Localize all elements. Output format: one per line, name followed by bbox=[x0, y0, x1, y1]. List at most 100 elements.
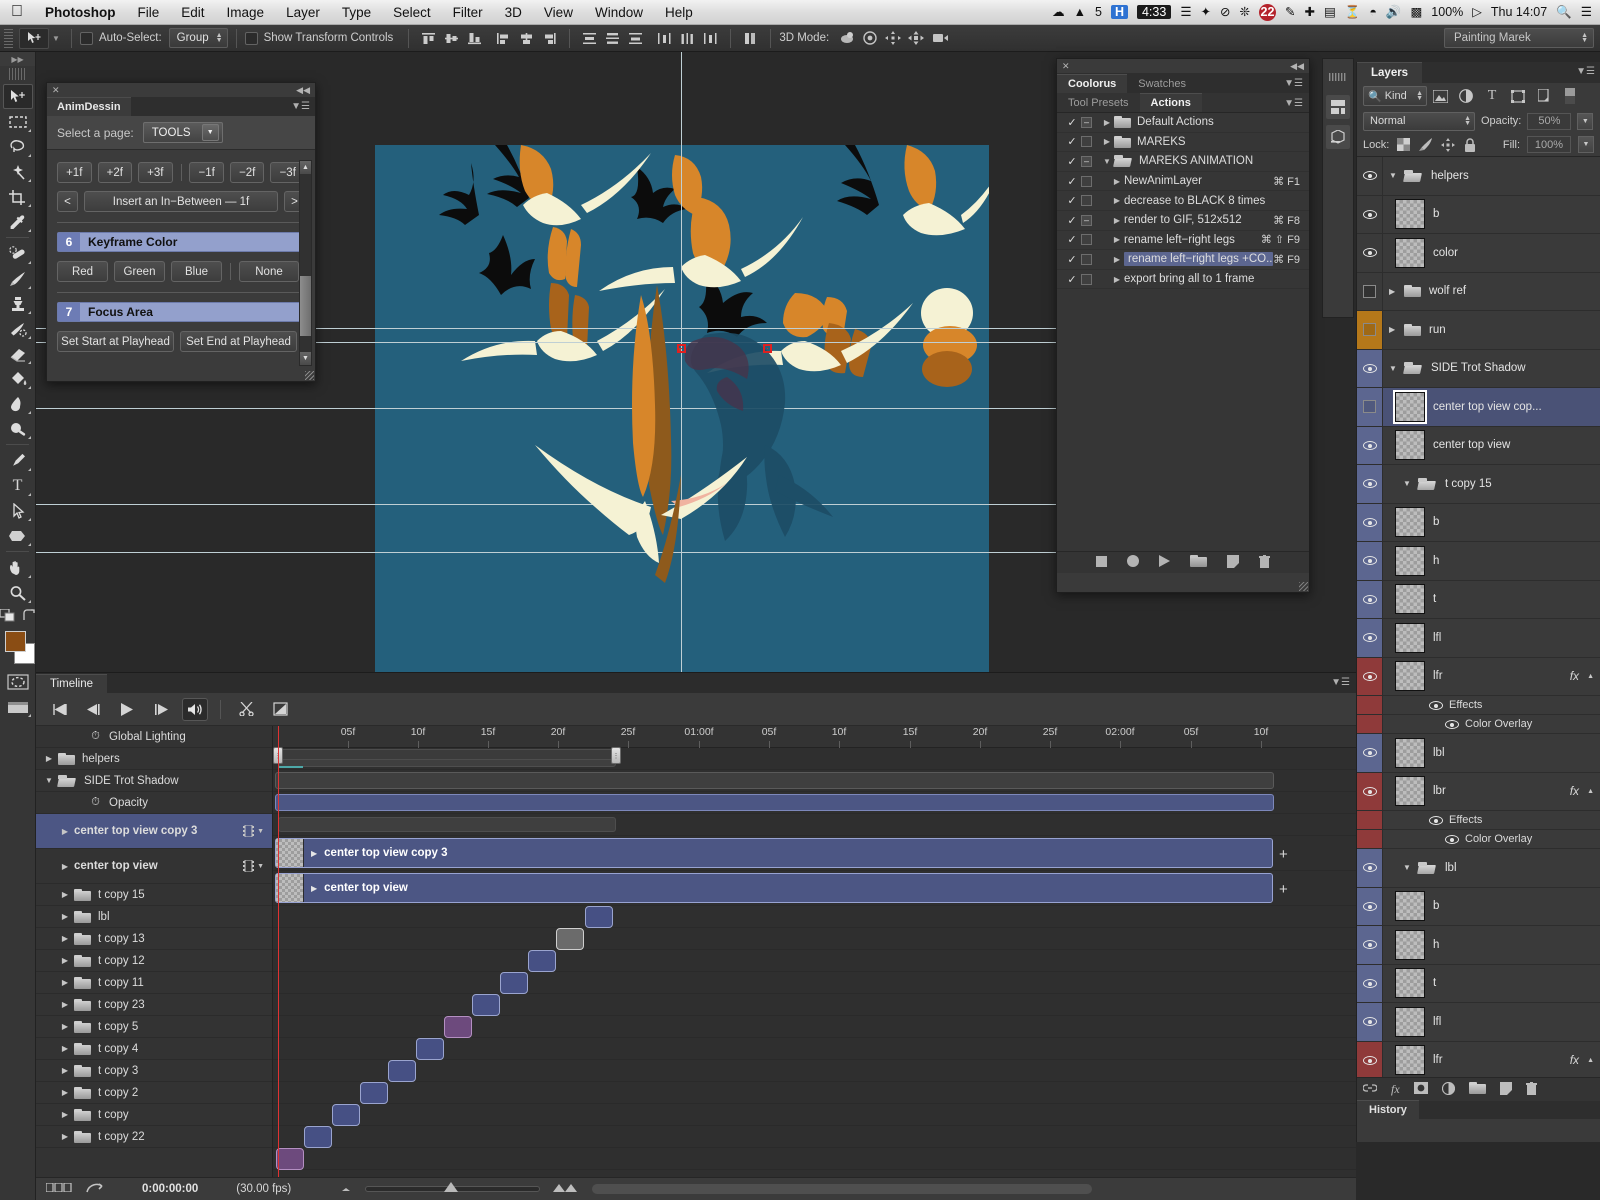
move-tool-icon[interactable] bbox=[19, 27, 49, 49]
chevron-right-icon[interactable]: ▶ bbox=[1110, 216, 1124, 225]
timeline-keyframe-block[interactable] bbox=[304, 1126, 332, 1148]
timeline-keyframe-block[interactable] bbox=[276, 1148, 304, 1170]
layer-name[interactable]: h bbox=[1433, 939, 1600, 951]
filter-shape-layers-icon[interactable] bbox=[1505, 86, 1531, 106]
eyedropper-tool[interactable] bbox=[3, 209, 33, 234]
scroll-up-icon[interactable]: ▲ bbox=[300, 161, 311, 174]
layer-thumbnail[interactable] bbox=[1395, 199, 1425, 230]
new-group-icon[interactable] bbox=[1468, 1082, 1486, 1097]
swap-colors-icon[interactable] bbox=[22, 609, 36, 625]
action-enabled-checkmark[interactable]: ✓ bbox=[1063, 135, 1081, 148]
layer-thumbnail[interactable] bbox=[1393, 389, 1427, 424]
animdessin-resize-grip[interactable] bbox=[305, 371, 314, 380]
layer-visibility-eye-icon[interactable] bbox=[1357, 926, 1383, 964]
action-row[interactable]: ✓ ▶ MAREKS bbox=[1057, 133, 1309, 153]
work-area-bar[interactable] bbox=[275, 749, 613, 760]
action-dialog-toggle[interactable]: – bbox=[1081, 155, 1092, 167]
lock-transparency-icon[interactable] bbox=[1396, 137, 1411, 152]
dropbox-icon[interactable]: ✦ bbox=[1201, 6, 1211, 19]
zoom-out-icon[interactable] bbox=[339, 1183, 355, 1195]
layer-group-header[interactable]: ▼ bbox=[1383, 362, 1423, 374]
layers-list[interactable]: ▼ helpers b color ▶ wolf ref ▶ run ▼ SIDE Trot Sh… bbox=[1357, 157, 1600, 1077]
layer-row[interactable]: ▶ run bbox=[1357, 311, 1600, 350]
bars-icon[interactable]: ☰ bbox=[1180, 6, 1191, 19]
toolbox-grip[interactable] bbox=[9, 68, 26, 80]
timeline-track[interactable] bbox=[273, 950, 1356, 972]
flag-icon[interactable]: ▩ bbox=[1410, 6, 1422, 19]
scrollbar-thumb[interactable] bbox=[300, 276, 311, 336]
timeline-row[interactable]: ▶ t copy 13 bbox=[36, 928, 272, 950]
layer-name[interactable]: b bbox=[1433, 208, 1600, 220]
audio-toggle-button[interactable] bbox=[182, 697, 208, 721]
action-enabled-checkmark[interactable]: ✓ bbox=[1063, 214, 1081, 227]
chevron-right-icon[interactable]: ▶ bbox=[56, 862, 74, 871]
filter-pixel-layers-icon[interactable] bbox=[1427, 86, 1453, 106]
color-overlay-row[interactable]: Color Overlay bbox=[1357, 830, 1600, 849]
current-timecode[interactable]: 0:00:00:00 bbox=[142, 1183, 198, 1195]
layer-visibility-eye-icon[interactable] bbox=[1357, 772, 1383, 810]
action-row[interactable]: ✓ – ▼ MAREKS ANIMATION bbox=[1057, 152, 1309, 172]
layer-visibility-eye-icon[interactable] bbox=[1357, 887, 1383, 925]
timeline-tracks[interactable]: 05f 10f 15f 20f 25f 01:00f 05f 10f 15f 20f 25f 02:0… bbox=[273, 726, 1356, 1178]
eye-icon[interactable] bbox=[1429, 815, 1443, 825]
chevron-right-icon[interactable]: ▶ bbox=[1100, 118, 1114, 127]
onion-skin-icon[interactable] bbox=[86, 1182, 104, 1197]
animdessin-scrollbar[interactable]: ▲ ▼ bbox=[299, 160, 312, 366]
layer-name[interactable]: lbl bbox=[1437, 862, 1600, 874]
effects-label[interactable]: Effects bbox=[1383, 699, 1482, 711]
chevron-right-icon[interactable]: ▶ bbox=[304, 849, 324, 858]
stop-icon[interactable] bbox=[1096, 555, 1107, 570]
cloud-icon[interactable]: ☁ bbox=[1052, 6, 1065, 19]
layer-group-header[interactable]: ▼ bbox=[1383, 861, 1437, 874]
zoom-tool[interactable] bbox=[3, 580, 33, 605]
layer-thumbnail[interactable] bbox=[1395, 545, 1425, 576]
timeline-keyframe-block[interactable] bbox=[416, 1038, 444, 1060]
timeline-track[interactable] bbox=[273, 906, 1356, 928]
timeline-row[interactable]: ▶ t copy 4 bbox=[36, 1038, 272, 1060]
action-name[interactable]: rename left−right legs bbox=[1124, 234, 1261, 246]
layer-visibility-eye-icon[interactable] bbox=[1357, 157, 1383, 195]
timeline-keyframe-block[interactable] bbox=[332, 1104, 360, 1126]
timeline-track[interactable] bbox=[273, 1104, 1356, 1126]
chevron-right-icon[interactable]: ▶ bbox=[1100, 137, 1114, 146]
default-colors-icon[interactable] bbox=[0, 608, 15, 625]
layer-row[interactable]: b bbox=[1357, 887, 1600, 926]
layer-thumbnail[interactable] bbox=[1395, 891, 1425, 922]
layer-visibility-off-icon[interactable] bbox=[1357, 311, 1383, 349]
plus-2f-button[interactable]: +2f bbox=[97, 162, 133, 183]
timeline-row[interactable]: ▶ t copy 23 bbox=[36, 994, 272, 1016]
timeline-clip[interactable] bbox=[278, 817, 616, 832]
delete-icon[interactable] bbox=[1259, 554, 1270, 571]
layer-name[interactable]: lfl bbox=[1433, 1016, 1600, 1028]
chevron-down-icon[interactable]: ▼ bbox=[1403, 863, 1413, 872]
align-left-edges-icon[interactable] bbox=[492, 28, 515, 49]
new-action-icon[interactable] bbox=[1227, 554, 1239, 571]
auto-select-checkbox[interactable] bbox=[80, 31, 93, 45]
opacity-value[interactable]: 50% bbox=[1527, 112, 1572, 130]
chevron-down-icon[interactable]: ▼ bbox=[40, 776, 58, 785]
timeline-row-label[interactable]: t copy 2 bbox=[98, 1087, 138, 1099]
tab-timeline[interactable]: Timeline bbox=[36, 674, 108, 693]
add-mask-icon[interactable] bbox=[1413, 1082, 1428, 1097]
layer-row[interactable]: t bbox=[1357, 580, 1600, 619]
chevron-right-icon[interactable]: ▶ bbox=[56, 1110, 74, 1119]
timeline-video-clip[interactable]: ▶ center top view copy 3 bbox=[275, 838, 1273, 868]
layer-row[interactable]: t bbox=[1357, 964, 1600, 1003]
chevron-right-icon[interactable]: ▶ bbox=[56, 890, 74, 899]
layer-name[interactable]: center top view cop... bbox=[1433, 401, 1600, 413]
split-clip-button[interactable] bbox=[233, 698, 259, 721]
filter-smart-objects-icon[interactable] bbox=[1531, 86, 1557, 106]
layer-row[interactable]: b bbox=[1357, 503, 1600, 542]
timeline-row-label[interactable]: t copy 5 bbox=[98, 1021, 138, 1033]
chevron-right-icon[interactable]: ▶ bbox=[1110, 196, 1124, 205]
layer-visibility-eye-icon[interactable] bbox=[1357, 580, 1383, 618]
timeline-track[interactable] bbox=[273, 928, 1356, 950]
minus-2f-button[interactable]: −2f bbox=[229, 162, 265, 183]
hand-tool[interactable] bbox=[3, 555, 33, 580]
pen-icon[interactable]: ✎ bbox=[1285, 6, 1295, 19]
next-frame-button[interactable] bbox=[148, 698, 174, 721]
timeline-video-clip[interactable]: ▶ center top view bbox=[275, 873, 1273, 903]
actions-menu-icon[interactable]: ▼☰ bbox=[1284, 98, 1303, 109]
action-dialog-toggle[interactable] bbox=[1081, 253, 1092, 265]
foreground-color-swatch[interactable] bbox=[5, 631, 26, 652]
